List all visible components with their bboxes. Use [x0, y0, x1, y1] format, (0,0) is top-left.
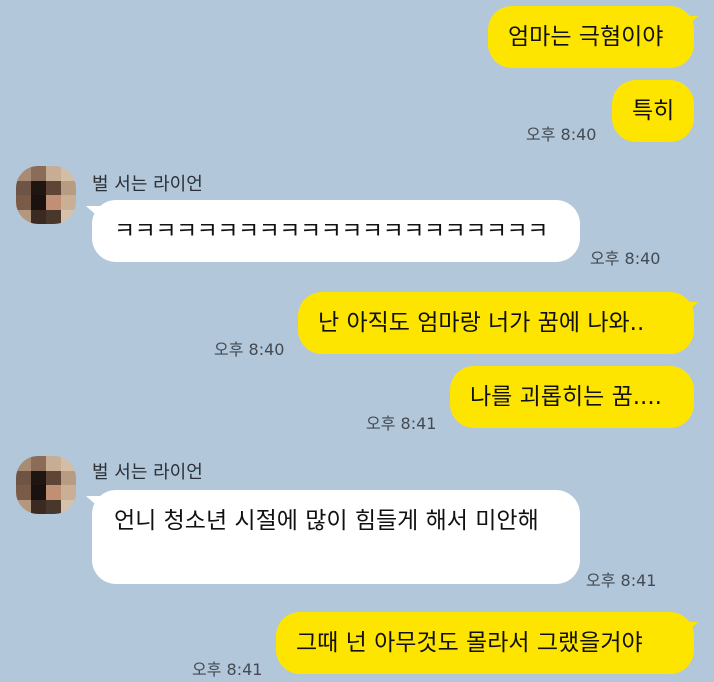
message-timestamp: 오후 8:40: [526, 125, 597, 144]
my-message-bubble[interactable]: 엄마는 극혐이야: [488, 6, 694, 68]
friend-avatar[interactable]: [16, 456, 76, 514]
friend-message-bubble[interactable]: 언니 청소년 시절에 많이 힘들게 해서 미안해: [92, 490, 580, 584]
message-text: 난 아직도 엄마랑 너가 꿈에 나와..: [318, 309, 645, 336]
message-text: 그때 넌 아무것도 몰라서 그랬을거야: [296, 629, 643, 656]
sender-name: 벌 서는 라이언: [92, 462, 203, 483]
message-text: 특히: [632, 97, 675, 124]
message-text: 엄마는 극혐이야: [508, 23, 664, 50]
message-text: 나를 괴롭히는 꿈....: [470, 383, 662, 410]
my-message-bubble[interactable]: 그때 넌 아무것도 몰라서 그랬을거야: [276, 612, 694, 674]
my-message-bubble[interactable]: 특히: [612, 80, 694, 142]
message-timestamp: 오후 8:41: [366, 414, 437, 433]
friend-avatar[interactable]: [16, 166, 76, 224]
message-timestamp: 오후 8:40: [214, 340, 285, 359]
my-message-bubble[interactable]: 난 아직도 엄마랑 너가 꿈에 나와..: [298, 292, 694, 354]
message-text: ㅋㅋㅋㅋㅋㅋㅋㅋㅋㅋㅋㅋㅋㅋㅋㅋㅋㅋㅋㅋㅋ: [114, 217, 548, 244]
my-message-bubble[interactable]: 나를 괴롭히는 꿈....: [450, 366, 694, 428]
message-timestamp: 오후 8:41: [192, 660, 263, 679]
friend-message-bubble[interactable]: ㅋㅋㅋㅋㅋㅋㅋㅋㅋㅋㅋㅋㅋㅋㅋㅋㅋㅋㅋㅋㅋ: [92, 200, 580, 262]
message-text: 언니 청소년 시절에 많이 힘들게 해서 미안해: [114, 508, 539, 534]
chat-room[interactable]: 엄마는 극혐이야 특히 오후 8:40 벌 서는 라이언 ㅋㅋㅋㅋㅋㅋㅋㅋㅋㅋㅋ…: [0, 0, 714, 682]
message-timestamp: 오후 8:41: [586, 571, 657, 590]
message-timestamp: 오후 8:40: [590, 249, 661, 268]
sender-name: 벌 서는 라이언: [92, 174, 203, 195]
